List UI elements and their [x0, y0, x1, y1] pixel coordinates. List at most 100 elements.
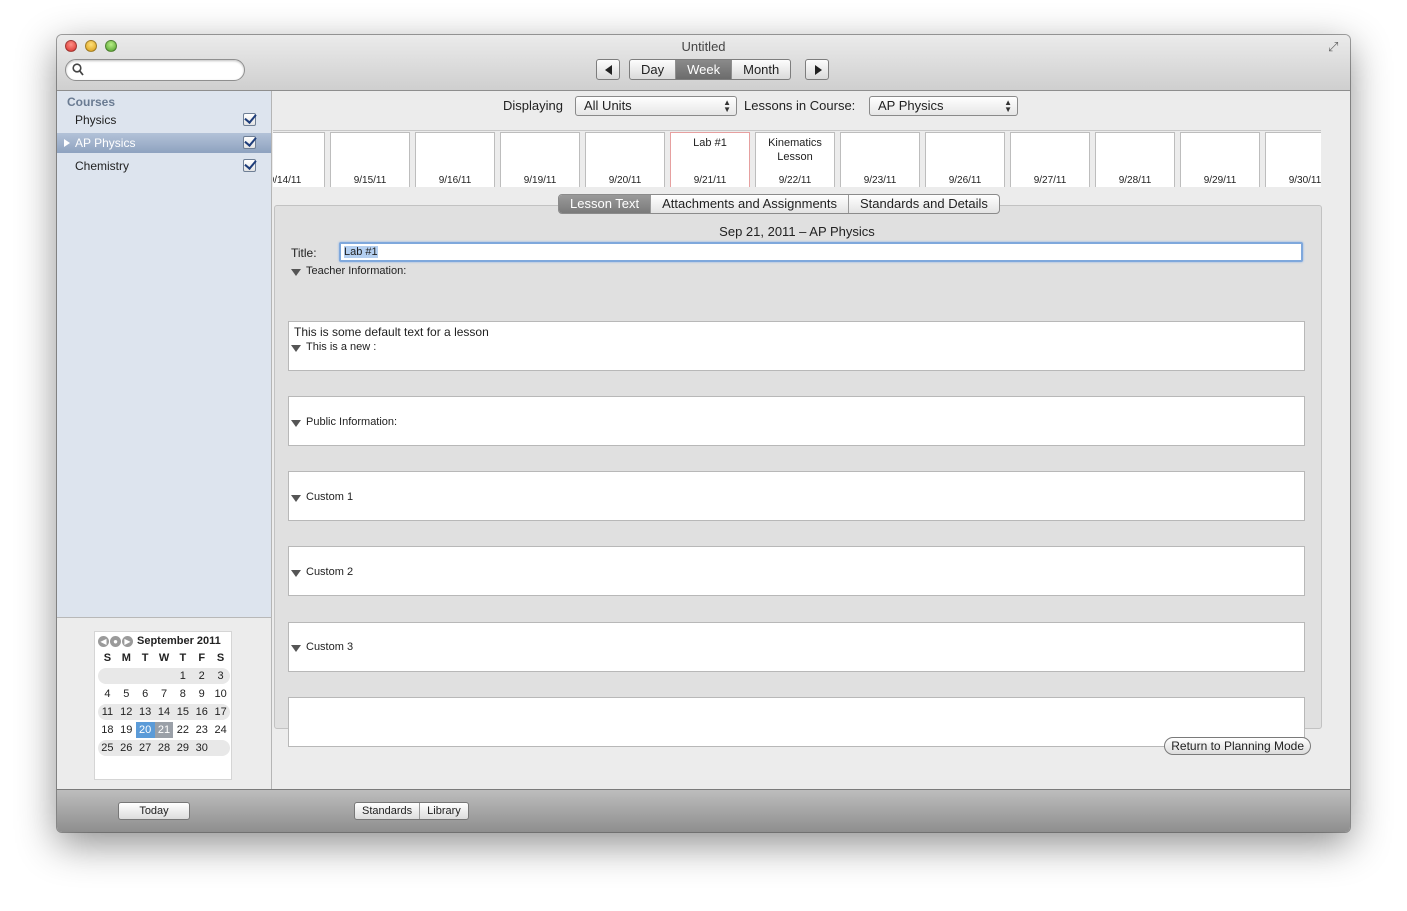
lessons-in-course-popup[interactable]: AP Physics ▲ ▼: [869, 96, 1018, 116]
calendar-today-icon[interactable]: ●: [110, 636, 121, 647]
calendar-next-icon[interactable]: ▶: [122, 636, 133, 647]
standards-library-selector: Standards Library: [354, 802, 469, 820]
today-button[interactable]: Today: [118, 802, 190, 820]
course-row-ap-physics[interactable]: AP Physics: [57, 133, 271, 153]
return-to-planning-mode-button[interactable]: Return to Planning Mode: [1164, 737, 1311, 755]
calendar-day[interactable]: 16: [192, 704, 211, 720]
library-button[interactable]: Library: [420, 803, 468, 819]
section-toggle-custom-3[interactable]: Custom 3: [291, 641, 353, 653]
day-cell[interactable]: 9/29/11: [1180, 132, 1260, 187]
view-day-button[interactable]: Day: [630, 60, 677, 79]
section-text-teacher-information[interactable]: This is some default text for a lesson: [288, 321, 1305, 371]
disclosure-triangle-icon[interactable]: [64, 139, 70, 147]
calendar-day[interactable]: 22: [173, 722, 192, 738]
calendar-day-selected[interactable]: 21: [154, 722, 174, 738]
disclosure-triangle-icon[interactable]: [291, 495, 301, 502]
course-checkbox[interactable]: [243, 136, 256, 149]
calendar-day[interactable]: 18: [98, 722, 117, 738]
calendar-day[interactable]: 4: [98, 686, 117, 702]
disclosure-triangle-icon[interactable]: [291, 420, 301, 427]
calendar-day[interactable]: 2: [192, 668, 211, 684]
day-cell[interactable]: 9/30/11: [1265, 132, 1321, 187]
calendar-day[interactable]: 25: [98, 740, 117, 756]
course-row-physics[interactable]: Physics: [57, 110, 271, 130]
course-checkbox[interactable]: [243, 159, 256, 172]
search-input[interactable]: [88, 62, 238, 78]
calendar-day[interactable]: 5: [117, 686, 136, 702]
section-text-public-information[interactable]: [288, 471, 1305, 521]
course-row-chemistry[interactable]: Chemistry: [57, 156, 271, 176]
calendar-day[interactable]: 17: [211, 704, 230, 720]
calendar-day[interactable]: 23: [192, 722, 211, 738]
search-field[interactable]: [65, 59, 245, 81]
calendar-day[interactable]: 28: [155, 740, 174, 756]
standards-button[interactable]: Standards: [355, 803, 421, 819]
disclosure-triangle-icon[interactable]: [291, 345, 301, 352]
title-input[interactable]: Lab #1: [339, 242, 1303, 262]
calendar-day[interactable]: 7: [155, 686, 174, 702]
view-week-button[interactable]: Week: [676, 60, 733, 79]
day-cell[interactable]: 9/26/11: [925, 132, 1005, 187]
disclosure-triangle-icon[interactable]: [291, 645, 301, 652]
displaying-popup[interactable]: All Units ▲ ▼: [575, 96, 737, 116]
section-toggle-teacher-information[interactable]: Teacher Information:: [291, 265, 406, 277]
day-cell[interactable]: 9/20/11: [585, 132, 665, 187]
calendar-day: [117, 668, 136, 684]
disclosure-triangle-icon[interactable]: [291, 570, 301, 577]
section-toggle-custom-2[interactable]: Custom 2: [291, 566, 353, 578]
day-cell-current[interactable]: Lab #1 9/21/11: [670, 132, 750, 187]
calendar-day[interactable]: 27: [136, 740, 155, 756]
day-cell[interactable]: 9/23/11: [840, 132, 920, 187]
day-date: 9/30/11: [1288, 175, 1321, 186]
section-toggle-custom-1[interactable]: Custom 1: [291, 491, 353, 503]
day-cell[interactable]: 9/14/11: [273, 132, 325, 187]
next-week-button[interactable]: [805, 59, 829, 80]
calendar-day[interactable]: 12: [117, 704, 136, 720]
day-cell[interactable]: 9/19/11: [500, 132, 580, 187]
disclosure-triangle-icon[interactable]: [291, 269, 301, 276]
day-cell[interactable]: Kinematics Lesson 9/22/11: [755, 132, 835, 187]
calendar-day[interactable]: 9: [192, 686, 211, 702]
calendar-day[interactable]: 15: [173, 704, 192, 720]
calendar-day[interactable]: 3: [211, 668, 230, 684]
previous-week-button[interactable]: [596, 59, 620, 80]
calendar-day[interactable]: 8: [173, 686, 192, 702]
tab-attachments-and-assignments[interactable]: Attachments and Assignments: [651, 195, 850, 213]
tab-lesson-text[interactable]: Lesson Text: [559, 195, 652, 213]
tab-standards-and-details[interactable]: Standards and Details: [849, 195, 999, 213]
calendar-day[interactable]: 6: [136, 686, 155, 702]
course-checkbox[interactable]: [243, 113, 256, 126]
toolbar: Untitled ⤢ Day Week Month: [57, 35, 1350, 91]
calendar-day[interactable]: 1: [173, 668, 192, 684]
section-text-custom-3[interactable]: [288, 697, 1305, 747]
calendar-day[interactable]: 11: [98, 704, 117, 720]
section-toggle-public-information[interactable]: Public Information:: [291, 416, 397, 428]
day-cell[interactable]: 9/15/11: [330, 132, 410, 187]
calendar-day[interactable]: 14: [155, 704, 174, 720]
calendar-day[interactable]: 30: [192, 740, 211, 756]
calendar-day[interactable]: 26: [117, 740, 136, 756]
section-toggle-this-is-a-new[interactable]: This is a new :: [291, 341, 376, 353]
calendar-day[interactable]: 13: [136, 704, 155, 720]
mini-calendar-header: ◀ ● ▶ September 2011: [95, 635, 231, 649]
calendar-day[interactable]: 29: [173, 740, 192, 756]
day-cell[interactable]: 9/27/11: [1010, 132, 1090, 187]
calendar-prev-icon[interactable]: ◀: [98, 636, 109, 647]
calendar-day[interactable]: 19: [117, 722, 136, 738]
calendar-week-row: 4 5 6 7 8 9 10: [98, 686, 230, 702]
calendar-day[interactable]: 10: [211, 686, 230, 702]
fullscreen-icon[interactable]: ⤢: [1328, 40, 1342, 54]
day-cell[interactable]: 9/28/11: [1095, 132, 1175, 187]
title-value: Lab #1: [344, 246, 378, 258]
view-month-button[interactable]: Month: [732, 60, 790, 79]
section-text-custom-2[interactable]: [288, 622, 1305, 672]
calendar-day[interactable]: 24: [211, 722, 230, 738]
day-cell[interactable]: 9/16/11: [415, 132, 495, 187]
section-text-this-is-a-new[interactable]: [288, 396, 1305, 446]
course-label: Physics: [75, 113, 117, 127]
day-date: 9/28/11: [1118, 175, 1152, 186]
app-window: Untitled ⤢ Day Week Month Courses Physic…: [57, 35, 1350, 832]
calendar-day-today[interactable]: 20: [135, 722, 155, 738]
weekday-label: S: [216, 652, 225, 664]
section-text-custom-1[interactable]: [288, 546, 1305, 596]
